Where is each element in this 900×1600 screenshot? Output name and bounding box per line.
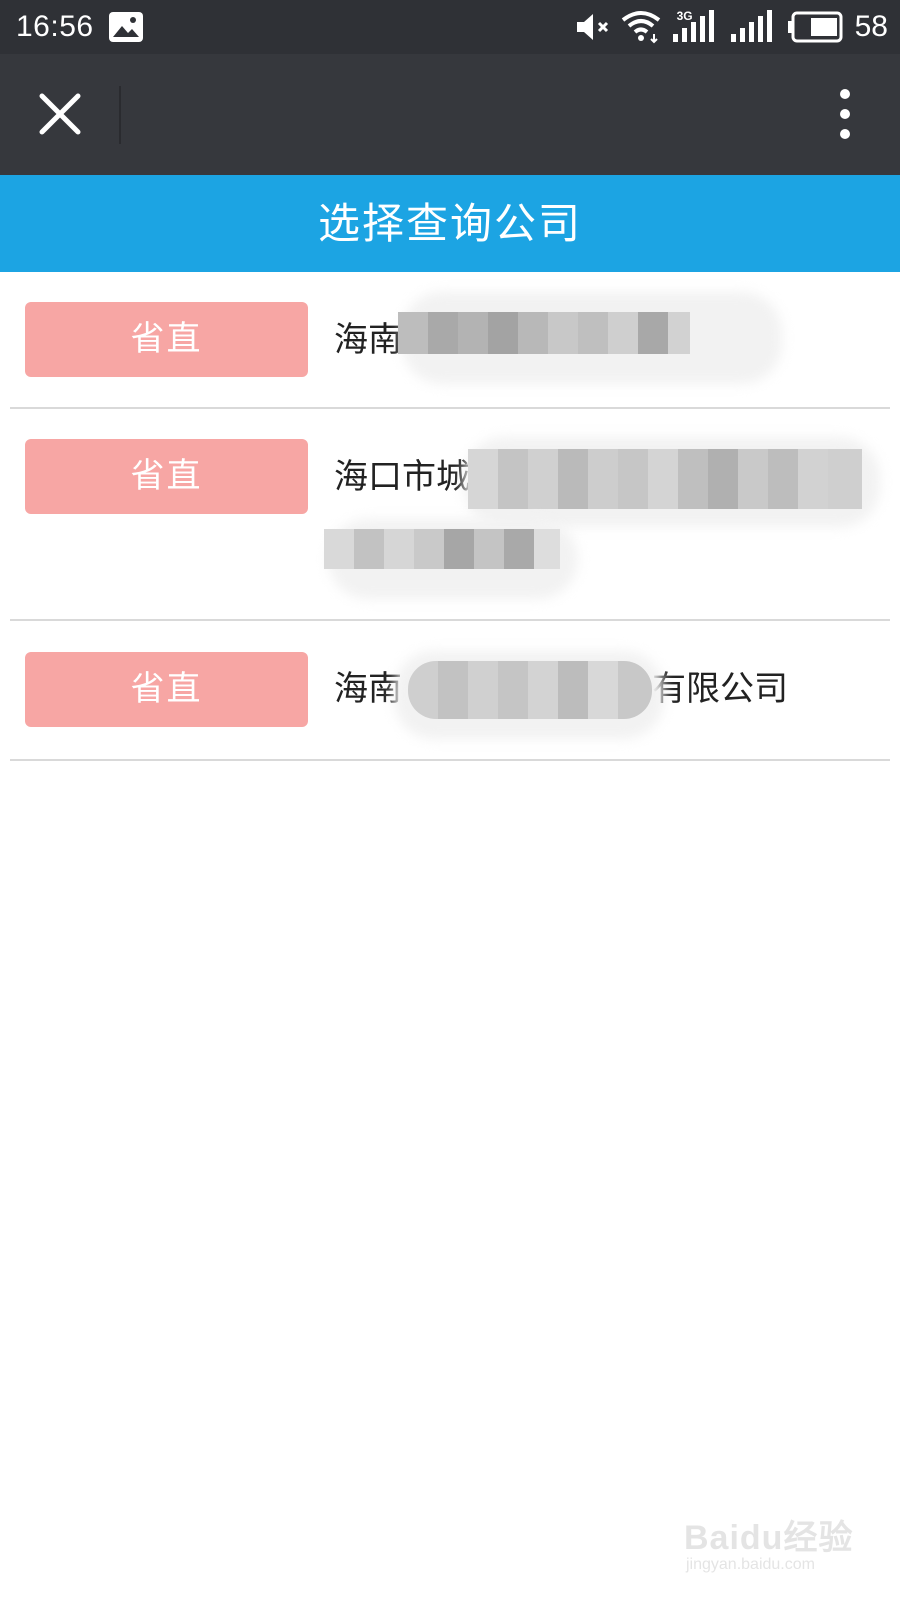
mute-icon — [576, 14, 608, 40]
signal-icon — [730, 10, 772, 42]
page-header: 选择查询公司 — [0, 175, 900, 272]
watermark-main: Baidu经验 — [684, 1519, 854, 1557]
close-icon[interactable] — [30, 84, 90, 144]
page-title: 选择查询公司 — [317, 199, 582, 248]
company-list: 省直 海南 省直 海口市城 省直 海南 有限公司 — [0, 272, 900, 761]
top-toolbar — [0, 54, 900, 175]
battery-icon — [787, 11, 843, 43]
region-tag: 省直 — [25, 652, 308, 727]
region-tag: 省直 — [25, 302, 308, 377]
gallery-icon — [109, 12, 143, 42]
signal-3g-icon: 3G — [671, 0, 719, 54]
more-vertical-icon[interactable] — [830, 84, 860, 144]
battery-percent: 58 — [854, 10, 888, 43]
status-icons: 3G 58 — [575, 0, 888, 54]
redacted-text — [398, 312, 690, 354]
status-time: 16:56 — [16, 10, 94, 43]
redacted-text — [408, 661, 652, 719]
watermark-sub: jingyan.baidu.com — [686, 1556, 815, 1573]
list-item[interactable]: 省直 海南 有限公司 — [10, 621, 890, 761]
redacted-text — [468, 449, 862, 509]
baidu-watermark: Baidu经验 jingyan.baidu.com — [684, 1504, 854, 1582]
toolbar-divider — [119, 86, 121, 144]
status-bar: 16:56 3G 58 — [0, 0, 900, 54]
wifi-icon — [621, 11, 660, 44]
company-name-prefix: 海南 — [334, 669, 402, 709]
company-name: 海口市城 — [334, 457, 470, 497]
region-tag: 省直 — [25, 439, 308, 514]
list-item[interactable]: 省直 海口市城 — [10, 409, 890, 621]
company-name-suffix: 有限公司 — [652, 669, 788, 709]
company-name: 海南 — [334, 320, 402, 360]
list-item[interactable]: 省直 海南 — [10, 272, 890, 409]
redacted-text — [324, 529, 560, 569]
